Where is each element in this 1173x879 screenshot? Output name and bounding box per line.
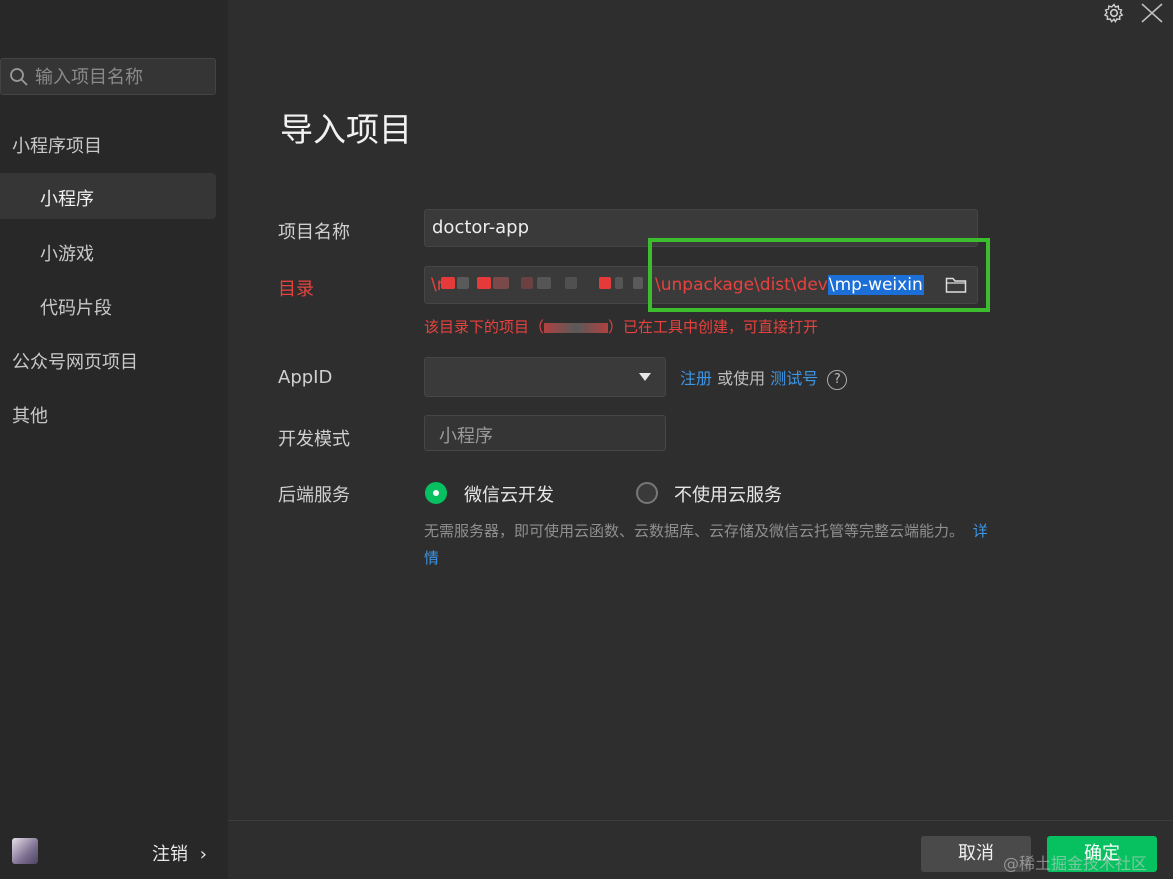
- hint-suffix: ）已在工具中创建，可直接打开: [608, 318, 819, 336]
- register-link[interactable]: 注册: [680, 369, 712, 388]
- hint-prefix: 该目录下的项目（: [424, 318, 545, 336]
- directory-exists-hint: 该目录下的项目（ ）已在工具中创建，可直接打开: [424, 316, 818, 337]
- redacted-mark: [565, 277, 577, 289]
- project-name-value: doctor-app: [432, 217, 530, 238]
- redacted-project-name: [544, 322, 609, 333]
- nav-item-code-snippet[interactable]: 代码片段: [40, 294, 112, 320]
- nav-item-minigame[interactable]: 小游戏: [40, 240, 94, 266]
- radio-wechat-cloud-label[interactable]: 微信云开发: [464, 481, 554, 507]
- logout-label: 注销: [152, 844, 188, 865]
- dev-mode-value: 小程序: [439, 426, 493, 447]
- nav-item-miniprogram[interactable]: 小程序: [0, 173, 216, 219]
- backend-label: 后端服务: [278, 485, 350, 506]
- caret-down-icon: [639, 373, 651, 381]
- appid-select[interactable]: [424, 357, 666, 397]
- sidebar: 小程序项目 小程序 小游戏 代码片段 公众号网页项目 其他 注销 ›: [0, 0, 228, 879]
- nav-item-miniprogram-label: 小程序: [40, 189, 94, 210]
- redacted-mark: [493, 277, 509, 289]
- logout-button[interactable]: 注销 ›: [152, 840, 207, 866]
- chevron-right-icon: ›: [199, 844, 207, 865]
- redacted-mark: [477, 277, 491, 289]
- redacted-mark: [457, 277, 469, 289]
- radio-no-cloud[interactable]: [636, 482, 658, 504]
- backend-description: 无需服务器，即可使用云函数、云数据库、云存储及微信云托管等完整云端能力。 详情: [424, 518, 994, 572]
- redacted-mark: [537, 277, 551, 289]
- radio-no-cloud-label[interactable]: 不使用云服务: [674, 481, 782, 507]
- dev-mode-field: 小程序: [424, 415, 666, 451]
- redacted-mark: [615, 277, 623, 289]
- avatar[interactable]: [12, 838, 38, 864]
- dev-mode-label: 开发模式: [278, 429, 350, 450]
- nav-group-official-account-web[interactable]: 公众号网页项目: [12, 348, 138, 374]
- project-name-label: 项目名称: [278, 222, 350, 243]
- backend-description-text: 无需服务器，即可使用云函数、云数据库、云存储及微信云托管等完整云端能力。: [424, 522, 965, 540]
- page-title: 导入项目: [280, 110, 412, 149]
- nav-group-other[interactable]: 其他: [12, 402, 48, 428]
- help-icon[interactable]: ?: [827, 369, 848, 390]
- project-search-input[interactable]: [33, 59, 215, 96]
- radio-wechat-cloud[interactable]: [425, 482, 447, 504]
- redacted-mark: [441, 277, 455, 289]
- redacted-mark: [599, 277, 611, 289]
- appid-actions: 注册 或使用 测试号 ?: [680, 365, 848, 390]
- nav-group-miniprogram[interactable]: 小程序项目: [12, 132, 102, 158]
- close-icon[interactable]: [1140, 2, 1164, 24]
- test-account-link[interactable]: 测试号: [770, 369, 818, 388]
- annotation-highlight-box: [648, 238, 990, 312]
- search-icon: [10, 68, 28, 86]
- appid-label: AppID: [278, 367, 333, 388]
- project-search-box[interactable]: [0, 58, 216, 96]
- directory-label: 目录: [278, 279, 314, 300]
- redacted-mark: [633, 277, 643, 289]
- or-use-text: 或使用: [717, 369, 766, 388]
- redacted-mark: [521, 277, 533, 289]
- watermark: @稀土掘金技术社区: [1003, 854, 1148, 873]
- footer-divider: [228, 820, 1173, 821]
- gear-icon[interactable]: [1103, 2, 1125, 24]
